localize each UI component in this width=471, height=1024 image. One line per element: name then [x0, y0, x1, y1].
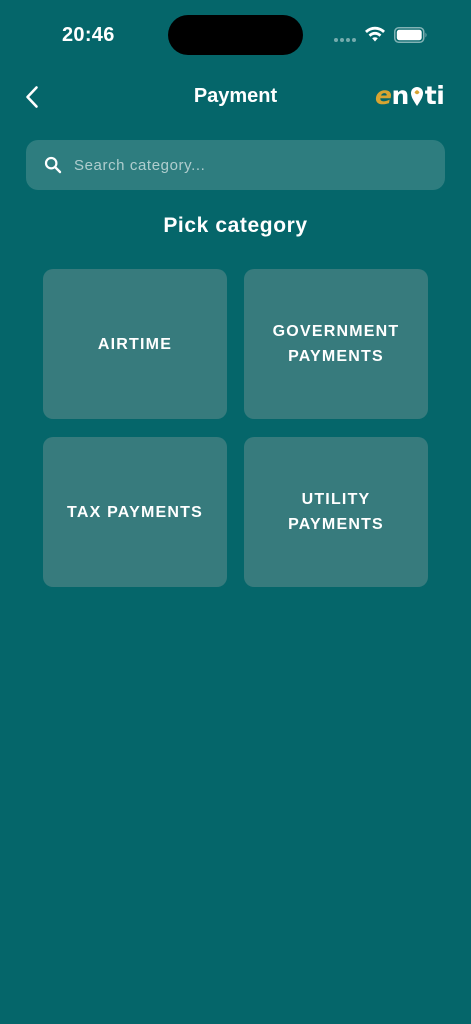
status-bar: 20:46 — [0, 0, 471, 70]
logo-letters-ti: ti — [424, 81, 445, 110]
location-pin-icon — [410, 87, 423, 106]
status-time: 20:46 — [62, 24, 115, 46]
category-label: AIRTIME — [97, 335, 173, 353]
category-card-tax-payments[interactable]: TAX PAYMENTS — [43, 437, 227, 587]
category-card-government-payments[interactable]: GOVERNMENT PAYMENTS — [244, 269, 428, 419]
search-input[interactable] — [74, 156, 445, 174]
dynamic-island — [168, 15, 303, 55]
search-bar[interactable] — [26, 140, 445, 190]
category-card-airtime[interactable]: AIRTIME — [43, 269, 227, 419]
category-label: TAX PAYMENTS — [67, 503, 203, 521]
nav-bar: Payment e n ti — [0, 75, 471, 119]
category-label: UTILITY PAYMENTS — [288, 491, 384, 533]
logo-letter-e: e — [375, 81, 392, 110]
cellular-signal-icon — [334, 38, 356, 42]
wifi-icon — [365, 26, 385, 42]
category-grid: AIRTIME GOVERNMENT PAYMENTS TAX PAYMENTS… — [43, 269, 428, 587]
section-title: Pick category — [163, 214, 308, 237]
search-icon — [44, 156, 62, 174]
logo-letter-n: n — [391, 81, 409, 110]
category-card-utility-payments[interactable]: UTILITY PAYMENTS — [244, 437, 428, 587]
battery-icon — [394, 27, 427, 43]
category-label: GOVERNMENT PAYMENTS — [272, 323, 400, 365]
enoti-logo: e n ti — [375, 81, 445, 110]
